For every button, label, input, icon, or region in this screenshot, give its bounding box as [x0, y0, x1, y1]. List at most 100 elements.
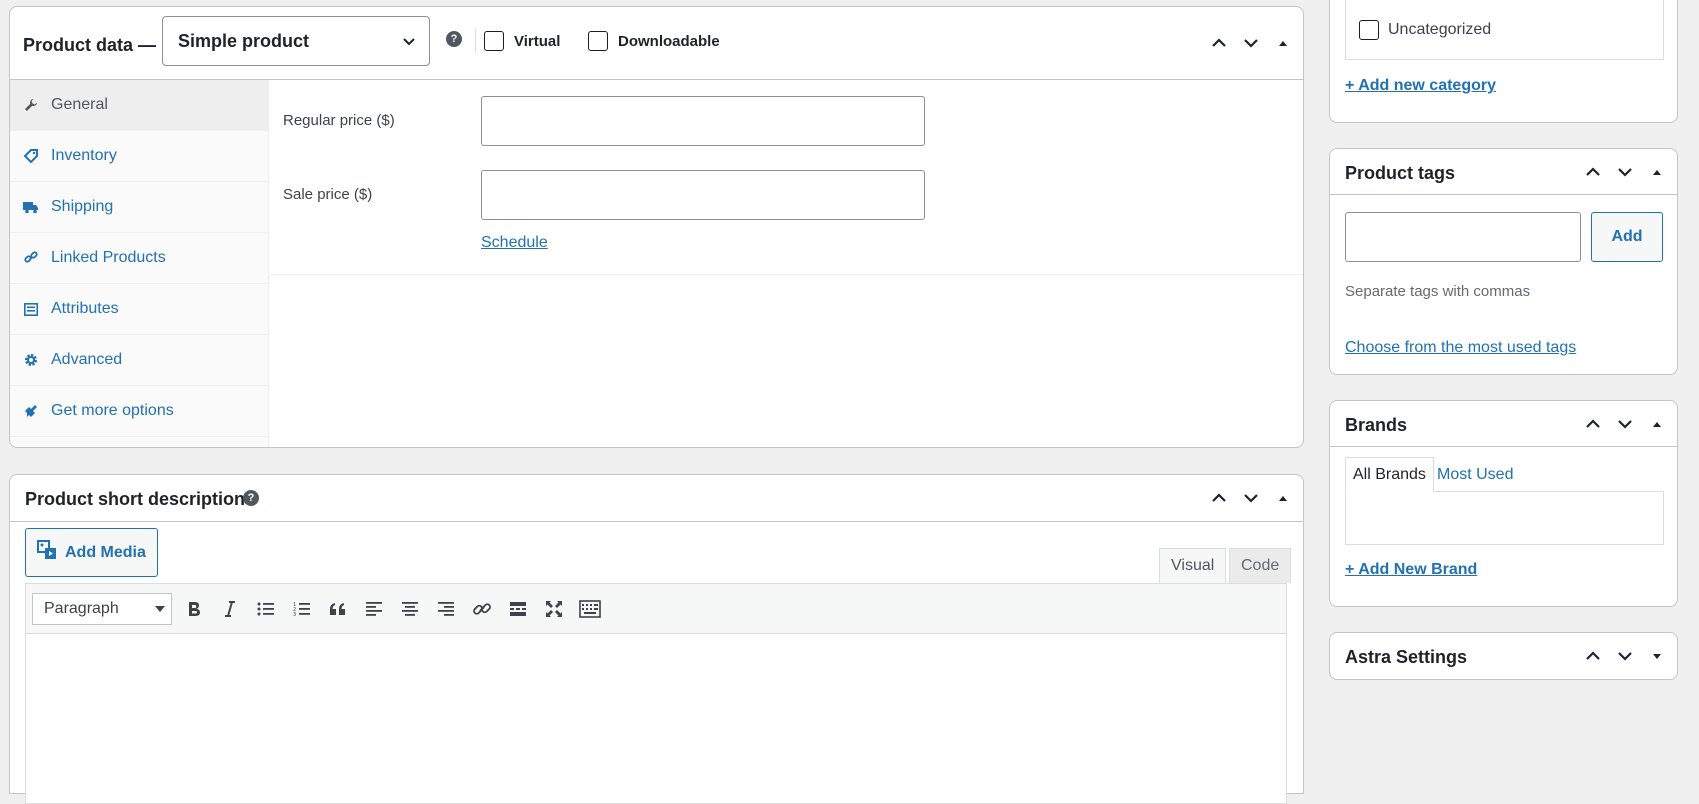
link-icon — [23, 250, 39, 266]
tag-input[interactable] — [1345, 212, 1581, 262]
add-tag-button[interactable]: Add — [1591, 212, 1663, 262]
toggle-panel-button[interactable] — [1643, 158, 1671, 186]
italic-icon[interactable] — [215, 594, 245, 624]
category-label: Uncategorized — [1388, 21, 1492, 38]
regular-price-input[interactable] — [481, 96, 925, 146]
move-up-button[interactable] — [1205, 484, 1233, 512]
divider — [475, 29, 476, 53]
chevron-down-icon — [1618, 419, 1632, 429]
astra-settings-panel: Astra Settings — [1329, 632, 1678, 680]
toggle-panel-button[interactable] — [1643, 642, 1671, 670]
panel-handle-actions — [1579, 401, 1671, 446]
move-down-button[interactable] — [1237, 29, 1265, 57]
fullscreen-icon[interactable] — [539, 594, 569, 624]
product-type-select[interactable]: Simple product — [162, 16, 430, 66]
tab-label: Attributes — [51, 300, 119, 317]
bold-icon[interactable] — [179, 594, 209, 624]
move-up-button[interactable] — [1579, 410, 1607, 438]
tab-most-used[interactable]: Most Used — [1430, 457, 1520, 492]
chevron-down-icon — [1618, 652, 1632, 661]
tab-shipping[interactable]: Shipping — [10, 182, 268, 233]
help-icon[interactable]: ? — [446, 31, 462, 47]
astra-settings-header[interactable]: Astra Settings — [1330, 633, 1677, 679]
tab-label: General — [51, 96, 108, 113]
editor-content-area[interactable] — [25, 634, 1287, 804]
tab-linked-products[interactable]: Linked Products — [10, 233, 268, 284]
link-icon[interactable] — [467, 594, 497, 624]
toggle-panel-button[interactable] — [1269, 29, 1297, 57]
move-down-button[interactable] — [1611, 158, 1639, 186]
tab-get-more-options[interactable]: Get more options — [10, 386, 268, 437]
schedule-link[interactable]: Schedule — [481, 234, 548, 252]
astra-settings-title: Astra Settings — [1345, 647, 1468, 667]
triangle-up-icon — [1653, 169, 1661, 175]
tab-label: Advanced — [51, 351, 123, 368]
align-left-icon[interactable] — [359, 594, 389, 624]
checkbox-box[interactable] — [588, 31, 608, 51]
downloadable-label: Downloadable — [618, 32, 720, 50]
toolbar-toggle-icon[interactable] — [575, 594, 605, 624]
chevron-down-icon — [401, 34, 417, 55]
tab-general[interactable]: General — [10, 80, 268, 131]
choose-most-used-tags-link[interactable]: Choose from the most used tags — [1345, 339, 1576, 357]
chevron-up-icon — [1586, 166, 1600, 176]
format-select[interactable]: Paragraph — [32, 593, 172, 625]
editor-toolbar: Paragraph 123 — [25, 583, 1287, 634]
short-description-panel: Product short description ? Add Media Vi… — [9, 474, 1304, 804]
categories-panel: Uncategorized + Add new category — [1329, 0, 1678, 123]
triangle-down-icon — [1653, 654, 1661, 659]
toggle-panel-button[interactable] — [1269, 484, 1297, 512]
brands-panel: Brands All Brands Most Used + Add New Br… — [1329, 400, 1678, 607]
sale-price-input[interactable] — [481, 170, 925, 220]
tag-icon — [23, 148, 39, 164]
tab-label: Shipping — [51, 198, 114, 215]
align-center-icon[interactable] — [395, 594, 425, 624]
list-icon — [23, 301, 39, 317]
wrench-icon — [23, 97, 39, 113]
panel-handle-actions — [1205, 7, 1297, 79]
move-up-button[interactable] — [1579, 158, 1607, 186]
tab-code[interactable]: Code — [1229, 548, 1292, 583]
chevron-down-icon — [1244, 39, 1258, 48]
tab-all-brands[interactable]: All Brands — [1345, 457, 1434, 492]
product-data-tabs: General Inventory Shipping Linked Produc… — [10, 80, 269, 447]
tab-inventory[interactable]: Inventory — [10, 131, 268, 182]
virtual-checkbox[interactable]: Virtual — [484, 31, 560, 51]
checkbox-box[interactable] — [484, 31, 504, 51]
read-more-icon[interactable] — [503, 594, 533, 624]
triangle-up-icon — [1279, 496, 1287, 501]
downloadable-checkbox[interactable]: Downloadable — [588, 31, 720, 51]
category-item-uncategorized[interactable]: Uncategorized — [1359, 20, 1491, 40]
move-up-button[interactable] — [1579, 642, 1607, 670]
numbered-list-icon[interactable]: 123 — [287, 594, 317, 624]
add-media-button[interactable]: Add Media — [25, 528, 158, 577]
toggle-panel-button[interactable] — [1643, 410, 1671, 438]
truck-icon — [23, 199, 39, 215]
bullet-list-icon[interactable] — [251, 594, 281, 624]
chevron-up-icon — [1212, 38, 1226, 47]
blockquote-icon[interactable] — [323, 594, 353, 624]
product-tags-panel: Product tags Add Separate tags with comm… — [1329, 148, 1678, 375]
tab-label: Linked Products — [51, 249, 166, 266]
category-checklist: Uncategorized — [1345, 0, 1664, 60]
help-icon[interactable]: ? — [243, 490, 259, 506]
chevron-up-icon — [1212, 493, 1226, 502]
checkbox-box[interactable] — [1359, 20, 1379, 40]
gear-icon — [23, 352, 39, 368]
product-data-panel: Product data — Simple product ? Virtual … — [9, 6, 1304, 448]
move-down-button[interactable] — [1611, 642, 1639, 670]
tab-advanced[interactable]: Advanced — [10, 335, 268, 386]
add-new-brand-link[interactable]: + Add New Brand — [1345, 561, 1477, 579]
panel-handle-actions — [1579, 149, 1671, 194]
svg-text:3: 3 — [293, 612, 296, 617]
move-up-button[interactable] — [1205, 29, 1233, 57]
tab-attributes[interactable]: Attributes — [10, 284, 268, 335]
move-down-button[interactable] — [1611, 410, 1639, 438]
align-right-icon[interactable] — [431, 594, 461, 624]
short-description-title: Product short description — [25, 489, 246, 509]
caret-down-icon — [155, 606, 165, 612]
add-new-category-link[interactable]: + Add new category — [1345, 77, 1496, 95]
tab-visual[interactable]: Visual — [1159, 548, 1227, 583]
move-down-button[interactable] — [1237, 484, 1265, 512]
format-value: Paragraph — [44, 600, 119, 617]
